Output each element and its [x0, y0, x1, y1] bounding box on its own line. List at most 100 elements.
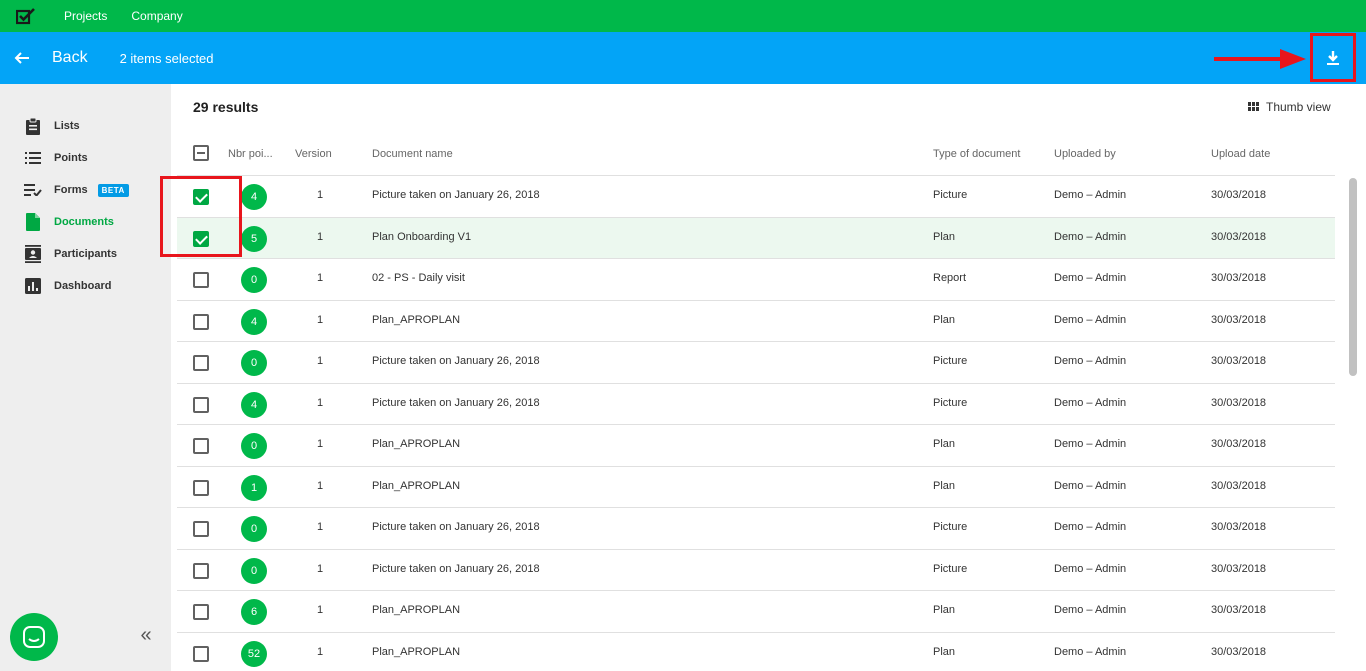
- col-header-version[interactable]: Version: [295, 148, 332, 160]
- table-row[interactable]: 52 1 Plan_APROPLAN Plan Demo – Admin 30/03/20…: [177, 632, 1335, 671]
- table-row[interactable]: 0 1 02 - PS - Daily visit Report Demo – Admi…: [177, 258, 1335, 300]
- row-checkbox[interactable]: [193, 438, 209, 454]
- col-header-document-name[interactable]: Document name: [372, 148, 453, 160]
- document-type-cell: Plan: [933, 438, 956, 450]
- upload-date-cell: 30/03/2018: [1211, 438, 1267, 450]
- app-logo-icon[interactable]: [0, 0, 52, 32]
- row-checkbox[interactable]: [193, 355, 209, 371]
- contacts-icon: [24, 245, 42, 263]
- documents-panel: 29 results Thumb view Nbr poi... Version…: [171, 84, 1366, 671]
- nav-company[interactable]: Company: [131, 9, 182, 23]
- points-count-badge: 6: [241, 599, 267, 625]
- row-checkbox[interactable]: [193, 272, 209, 288]
- upload-date-cell: 30/03/2018: [1211, 604, 1267, 616]
- table-row[interactable]: 4 1 Picture taken on January 26, 2018 Pictu…: [177, 383, 1335, 425]
- upload-date-cell: 30/03/2018: [1211, 563, 1267, 575]
- nav-projects[interactable]: Projects: [64, 9, 107, 23]
- uploaded-by-cell: Demo – Admin: [1054, 563, 1127, 575]
- table-header: Nbr poi... Version Document name Type of…: [171, 136, 1366, 176]
- document-name-cell[interactable]: Plan_APROPLAN: [372, 646, 460, 658]
- table-row[interactable]: 0 1 Picture taken on January 26, 2018 Pictu…: [177, 341, 1335, 383]
- document-type-cell: Picture: [933, 355, 968, 367]
- points-count-badge: 0: [241, 267, 267, 293]
- points-count-badge: 4: [241, 184, 267, 210]
- row-checkbox[interactable]: [193, 604, 209, 620]
- document-name-cell[interactable]: Plan_APROPLAN: [372, 604, 460, 616]
- version-cell: 1: [317, 521, 324, 533]
- document-type-cell: Picture: [933, 397, 968, 409]
- download-button[interactable]: [1310, 33, 1356, 82]
- document-name-cell[interactable]: Plan Onboarding V1: [372, 231, 471, 243]
- table-row[interactable]: 1 1 Plan_APROPLAN Plan Demo – Admin 30/03/201…: [177, 466, 1335, 508]
- document-name-cell[interactable]: Plan_APROPLAN: [372, 438, 460, 450]
- row-checkbox[interactable]: [193, 397, 209, 413]
- thumb-view-button[interactable]: Thumb view: [1248, 100, 1331, 114]
- sidebar-item-points[interactable]: Points: [24, 148, 88, 168]
- row-checkbox[interactable]: [193, 521, 209, 537]
- document-type-cell: Plan: [933, 646, 956, 658]
- row-checkbox[interactable]: [193, 480, 209, 496]
- document-type-cell: Plan: [933, 231, 956, 243]
- table-row[interactable]: 0 1 Picture taken on January 26, 2018 Pictu…: [177, 549, 1335, 591]
- chat-button[interactable]: [10, 613, 58, 661]
- results-count: 29 results: [193, 99, 259, 115]
- sidebar-item-documents[interactable]: Documents: [24, 212, 114, 232]
- uploaded-by-cell: Demo – Admin: [1054, 646, 1127, 658]
- upload-date-cell: 30/03/2018: [1211, 189, 1267, 201]
- back-button[interactable]: Back: [52, 49, 88, 67]
- document-type-cell: Picture: [933, 189, 968, 201]
- col-header-upload-date[interactable]: Upload date: [1211, 148, 1270, 160]
- grid-icon: [1248, 100, 1259, 114]
- col-header-type[interactable]: Type of document: [933, 148, 1020, 160]
- checklist-icon: [24, 181, 42, 199]
- scrollbar-thumb[interactable]: [1349, 178, 1357, 376]
- document-name-cell[interactable]: Plan_APROPLAN: [372, 314, 460, 326]
- table-row[interactable]: 0 1 Plan_APROPLAN Plan Demo – Admin 30/03/201…: [177, 424, 1335, 466]
- selected-count: 2 items selected: [119, 50, 214, 66]
- top-navbar: Projects Company: [0, 0, 1366, 32]
- col-header-points[interactable]: Nbr poi...: [228, 148, 273, 160]
- upload-date-cell: 30/03/2018: [1211, 397, 1267, 409]
- sidebar-item-dashboard[interactable]: Dashboard: [24, 276, 111, 296]
- upload-date-cell: 30/03/2018: [1211, 314, 1267, 326]
- document-name-cell[interactable]: Picture taken on January 26, 2018: [372, 397, 540, 409]
- version-cell: 1: [317, 397, 324, 409]
- row-checkbox[interactable]: [193, 563, 209, 579]
- sidebar: Lists Points Forms BETA Documents Partic…: [0, 84, 171, 671]
- download-icon: [1327, 50, 1339, 65]
- document-name-cell[interactable]: Plan_APROPLAN: [372, 480, 460, 492]
- sidebar-item-lists[interactable]: Lists: [24, 116, 80, 136]
- document-type-cell: Plan: [933, 480, 956, 492]
- document-name-cell[interactable]: Picture taken on January 26, 2018: [372, 189, 540, 201]
- document-name-cell[interactable]: Picture taken on January 26, 2018: [372, 355, 540, 367]
- table-row[interactable]: 5 1 Plan Onboarding V1 Plan Demo – Admin 30/0…: [177, 217, 1335, 259]
- upload-date-cell: 30/03/2018: [1211, 272, 1267, 284]
- table-row[interactable]: 0 1 Picture taken on January 26, 2018 Pictu…: [177, 507, 1335, 549]
- document-name-cell[interactable]: Picture taken on January 26, 2018: [372, 521, 540, 533]
- row-checkbox[interactable]: [193, 646, 209, 662]
- sidebar-item-participants[interactable]: Participants: [24, 244, 117, 264]
- points-count-badge: 0: [241, 516, 267, 542]
- table-row[interactable]: 6 1 Plan_APROPLAN Plan Demo – Admin 30/03/201…: [177, 590, 1335, 632]
- annotation-arrow: [1214, 49, 1306, 69]
- back-arrow-icon[interactable]: [0, 32, 44, 84]
- upload-date-cell: 30/03/2018: [1211, 480, 1267, 492]
- row-checkbox[interactable]: [193, 314, 209, 330]
- table-row[interactable]: 4 1 Picture taken on January 26, 2018 Pictu…: [177, 175, 1335, 217]
- upload-date-cell: 30/03/2018: [1211, 521, 1267, 533]
- version-cell: 1: [317, 189, 324, 201]
- col-header-uploaded-by[interactable]: Uploaded by: [1054, 148, 1116, 160]
- uploaded-by-cell: Demo – Admin: [1054, 189, 1127, 201]
- table-row[interactable]: 4 1 Plan_APROPLAN Plan Demo – Admin 30/03/201…: [177, 300, 1335, 342]
- document-type-cell: Plan: [933, 604, 956, 616]
- points-count-badge: 1: [241, 475, 267, 501]
- document-name-cell[interactable]: 02 - PS - Daily visit: [372, 272, 465, 284]
- document-name-cell[interactable]: Picture taken on January 26, 2018: [372, 563, 540, 575]
- sidebar-item-forms[interactable]: Forms BETA: [24, 180, 129, 200]
- document-type-cell: Picture: [933, 563, 968, 575]
- select-all-checkbox[interactable]: [193, 145, 209, 161]
- collapse-sidebar-icon[interactable]: «: [136, 624, 156, 646]
- beta-badge: BETA: [97, 183, 129, 197]
- document-type-cell: Plan: [933, 314, 956, 326]
- version-cell: 1: [317, 563, 324, 575]
